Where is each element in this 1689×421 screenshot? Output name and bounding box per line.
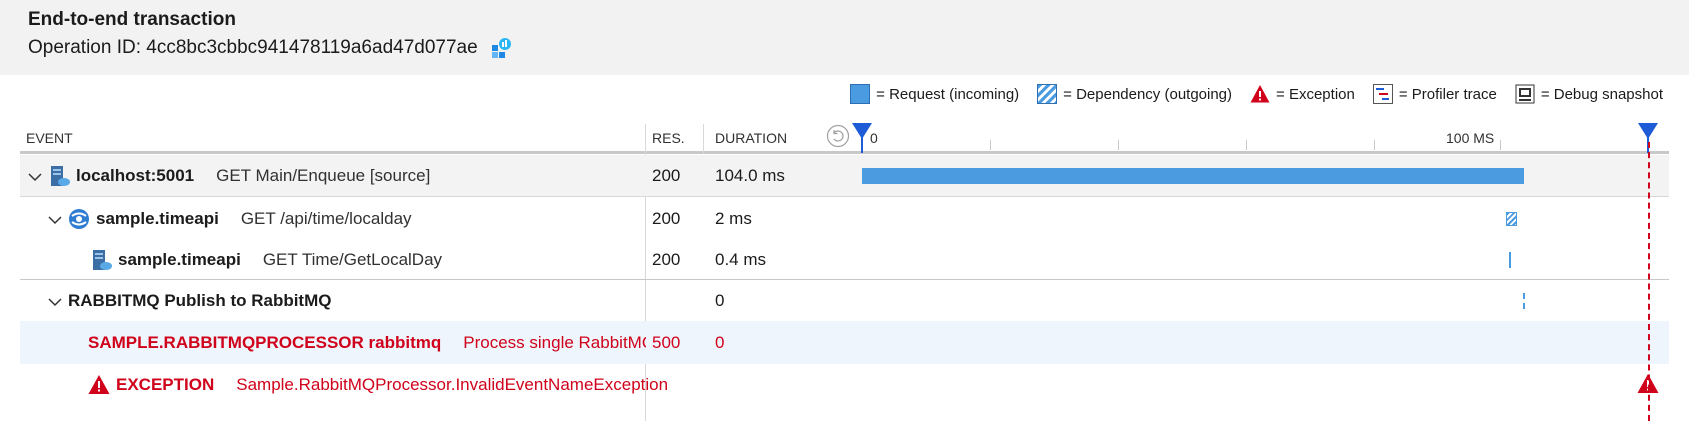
legend-request: = Request (incoming) xyxy=(850,84,1019,104)
app-insights-icon[interactable] xyxy=(490,37,514,59)
duration-value: 0 xyxy=(715,291,725,310)
timeline-start-marker-icon[interactable] xyxy=(852,123,872,158)
web-app-icon xyxy=(68,208,90,230)
dependency-bar[interactable] xyxy=(1506,212,1517,226)
chevron-down-icon[interactable] xyxy=(28,169,42,183)
server-icon xyxy=(90,249,112,271)
duration-value: 104.0 ms xyxy=(715,165,785,185)
result-code: 200 xyxy=(652,249,681,269)
chevron-down-icon[interactable] xyxy=(48,212,62,226)
table-row[interactable]: SAMPLE.RABBITMQPROCESSOR rabbitmq Proces… xyxy=(20,321,1669,364)
duration-value: 2 ms xyxy=(715,209,752,228)
event-name: RABBITMQ Publish to RabbitMQ xyxy=(68,291,332,310)
server-icon xyxy=(48,165,70,187)
timeline-tick-end: 100 MS xyxy=(1446,130,1495,146)
event-name: localhost:5001 xyxy=(76,165,195,185)
legend-debug: = Debug snapshot xyxy=(1515,84,1663,104)
event-name: sample.timeapi xyxy=(118,249,241,269)
exception-time-marker xyxy=(1648,142,1650,421)
chevron-down-icon[interactable] xyxy=(48,294,62,308)
dependency-swatch-icon xyxy=(1037,84,1058,104)
timeline-gridtick xyxy=(1500,140,1501,150)
table-row[interactable]: sample.timeapi GET /api/time/localday 20… xyxy=(20,198,1669,240)
reset-zoom-icon[interactable] xyxy=(826,124,850,151)
debug-snapshot-icon xyxy=(1515,84,1535,104)
event-name: SAMPLE.RABBITMQPROCESSOR rabbitmq xyxy=(88,332,442,352)
duration-value: 0.4 ms xyxy=(715,249,767,269)
event-description: GET Time/GetLocalDay xyxy=(262,249,443,269)
legend-dependency: = Dependency (outgoing) xyxy=(1037,84,1232,104)
event-description: Sample.RabbitMQProcessor.InvalidEventNam… xyxy=(236,375,669,394)
legend-profiler: = Profiler trace xyxy=(1372,84,1497,104)
legend: = Request (incoming) = Dependency (outgo… xyxy=(832,82,1663,106)
exception-warning-icon xyxy=(88,374,110,396)
event-description: GET Main/Enqueue [source] xyxy=(216,165,431,185)
exception-warning-icon xyxy=(1250,84,1270,104)
result-code: 200 xyxy=(652,209,681,228)
column-divider xyxy=(703,124,704,154)
dependency-bar[interactable] xyxy=(1523,293,1525,309)
request-bar[interactable] xyxy=(862,168,1524,184)
table-row[interactable]: localhost:5001 GET Main/Enqueue [source]… xyxy=(20,155,1669,197)
request-bar[interactable] xyxy=(1509,252,1511,268)
table-row[interactable]: sample.timeapi GET Time/GetLocalDay 200 … xyxy=(20,240,1669,280)
event-description: Process single RabbitMQ me xyxy=(463,332,646,352)
timeline-gridtick xyxy=(1118,140,1119,150)
page-title: End-to-end transaction xyxy=(28,9,236,30)
timeline-gridtick xyxy=(990,140,991,150)
timeline-gridtick xyxy=(1246,140,1247,150)
duration-value: 0 xyxy=(715,332,725,352)
operation-id: Operation ID: 4cc8bc3cbbc941478119a6ad47… xyxy=(28,37,514,59)
legend-exception: = Exception xyxy=(1250,84,1355,104)
event-name: sample.timeapi xyxy=(96,209,219,228)
result-code: 200 xyxy=(652,165,681,185)
operation-id-text: Operation ID: 4cc8bc3cbbc941478119a6ad47… xyxy=(28,37,478,58)
result-code: 500 xyxy=(652,332,681,352)
column-duration[interactable]: DURATION xyxy=(715,130,787,146)
table-row[interactable]: RABBITMQ Publish to RabbitMQ 0 xyxy=(20,281,1669,321)
column-headers: EVENT RES. DURATION 0 100 MS xyxy=(20,124,1669,154)
event-name: EXCEPTION xyxy=(116,375,215,394)
column-res[interactable]: RES. xyxy=(652,130,685,146)
table-row[interactable]: EXCEPTION Sample.RabbitMQProcessor.Inval… xyxy=(20,364,1669,406)
timeline-gridtick xyxy=(1374,140,1375,150)
event-description: GET /api/time/localday xyxy=(240,209,412,228)
column-event[interactable]: EVENT xyxy=(26,130,73,146)
request-swatch-icon xyxy=(850,84,871,104)
transaction-header: End-to-end transaction Operation ID: 4cc… xyxy=(0,0,1689,75)
profiler-trace-icon xyxy=(1372,84,1393,104)
